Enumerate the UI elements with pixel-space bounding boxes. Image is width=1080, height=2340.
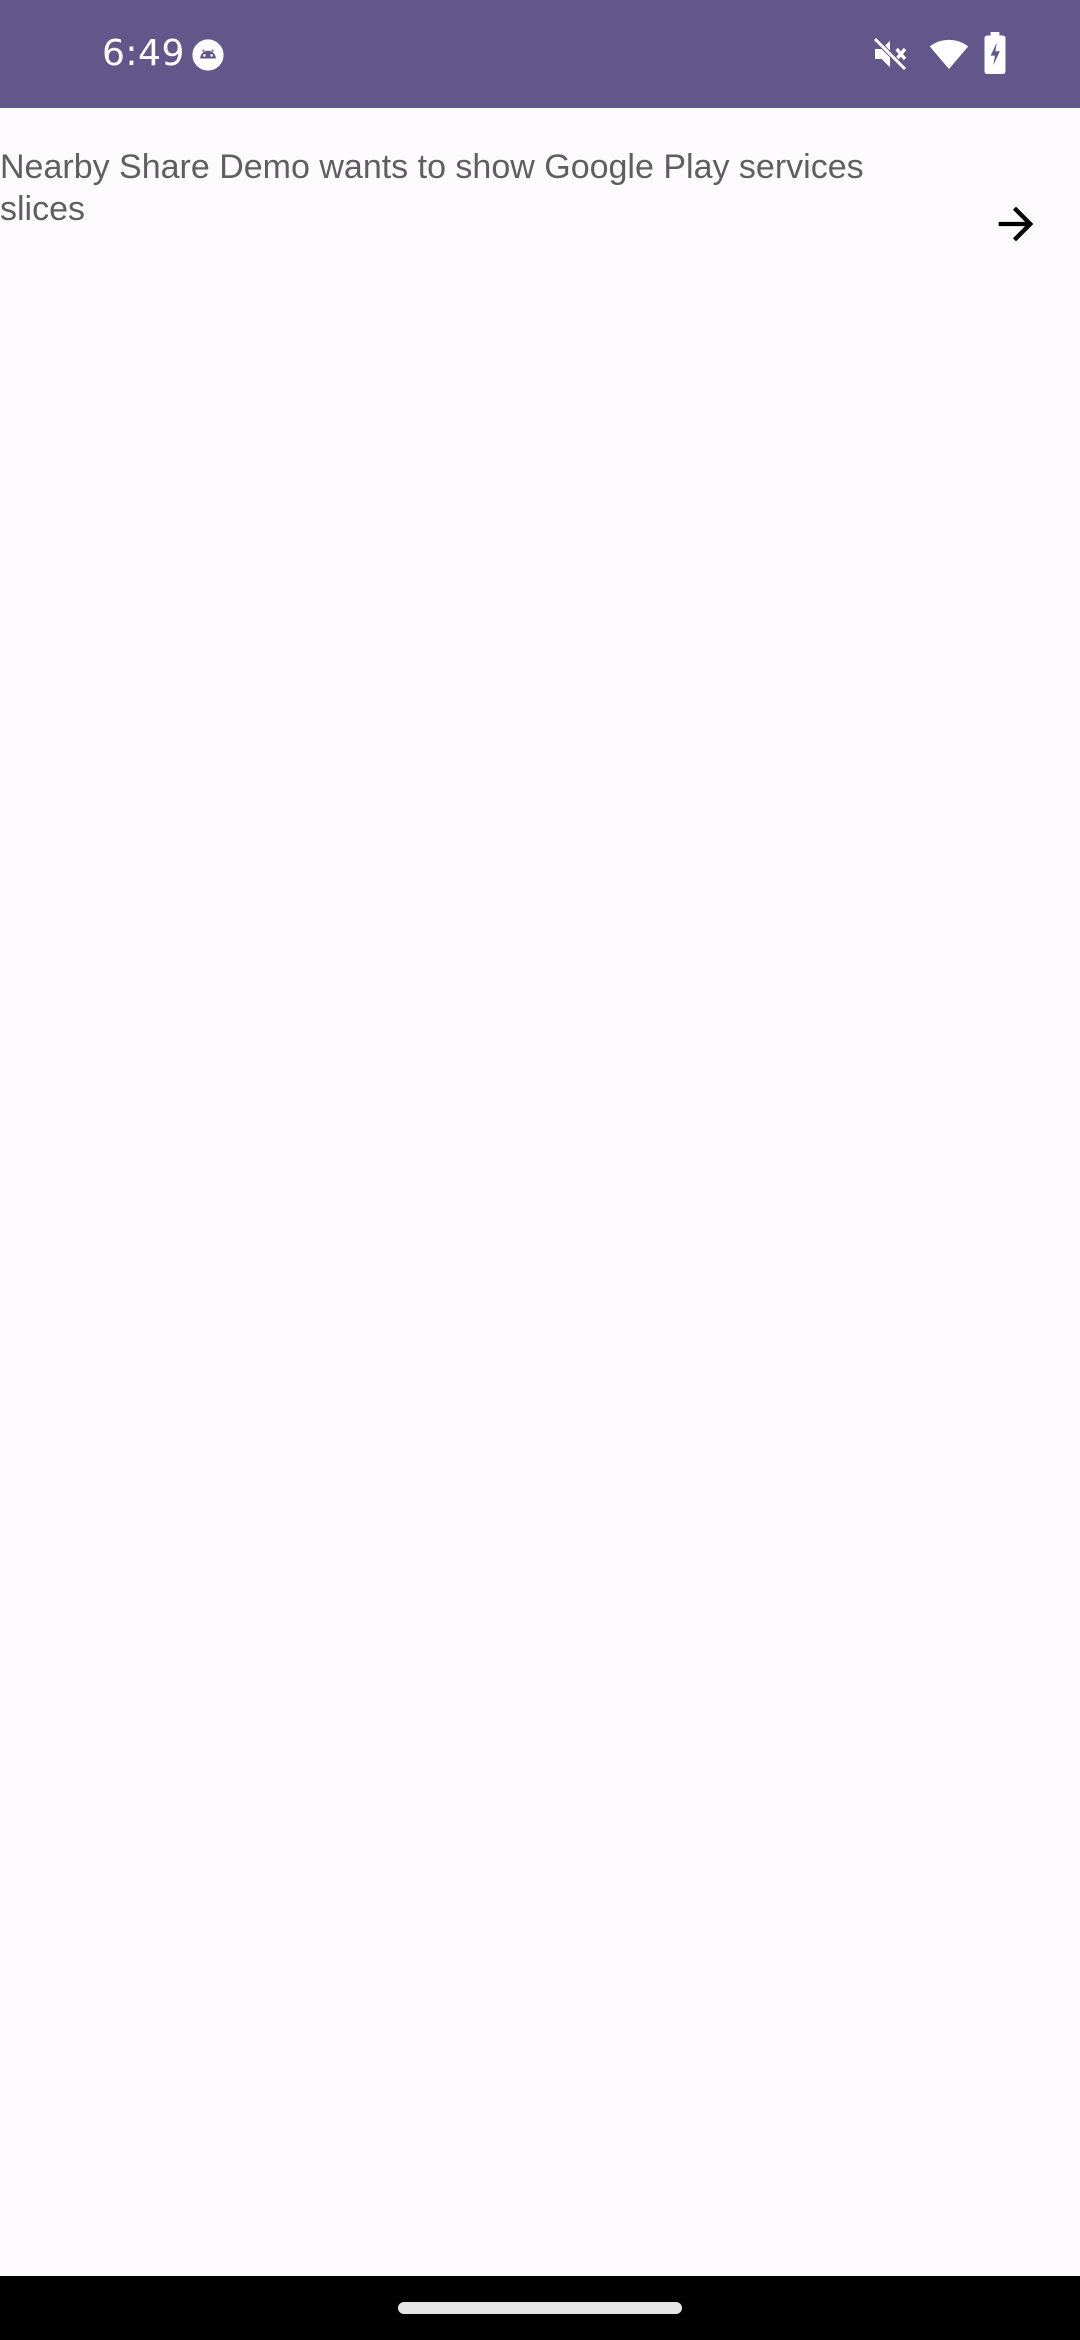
navigation-bar [0,2276,1080,2340]
slice-content: Nearby Share Demo wants to show Google P… [0,108,1080,2276]
slice-permission-message: Nearby Share Demo wants to show Google P… [0,148,864,228]
status-bar: 6:49 [0,0,1080,108]
battery-charging-icon [984,32,1006,74]
arrow-right-icon[interactable] [990,198,1042,250]
slice-permission-row[interactable]: Nearby Share Demo wants to show Google P… [0,146,1080,246]
android-app-icon [192,39,224,71]
gesture-home-handle[interactable] [398,2302,682,2314]
status-time: 6:49 [102,33,185,74]
wifi-icon [929,39,969,69]
volume-off-icon [873,37,907,71]
